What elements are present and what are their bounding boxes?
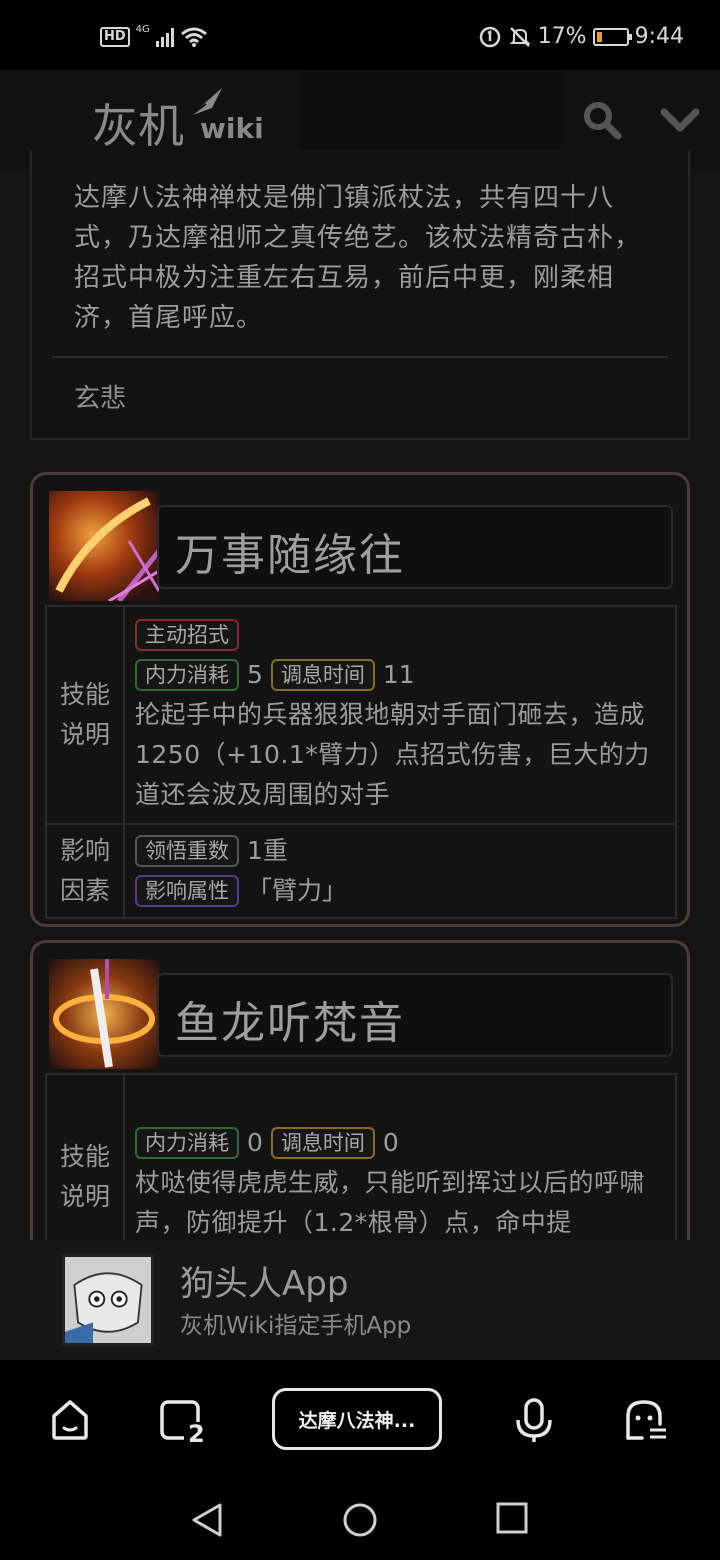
- battery-percent: 17%: [537, 24, 587, 49]
- row-label-desc: 技能说明: [47, 1075, 125, 1260]
- divider: [52, 356, 668, 358]
- row-label-factor: 影响因素: [47, 825, 125, 917]
- back-icon[interactable]: [190, 1502, 224, 1538]
- skill-table: 技能说明 内力消耗 0 调息时间 0 杖哒使得虎虎生威，只能听到挥过以后的呼啸声…: [45, 1073, 677, 1260]
- skill-card: 万事随缘往 技能说明 主动招式 内力消耗 5 调息时间 11 抡起手中的兵器狠狠…: [30, 472, 690, 927]
- assistant-icon[interactable]: [624, 1398, 670, 1442]
- tag-cooldown: 调息时间: [270, 659, 375, 691]
- home-icon[interactable]: [48, 1398, 92, 1442]
- home-nav-icon[interactable]: [342, 1502, 378, 1538]
- microphone-icon[interactable]: [514, 1398, 554, 1444]
- browser-toolbar: 2 达摩八法神...: [0, 1360, 720, 1480]
- battery-icon: [592, 27, 632, 46]
- skill-card: 鱼龙听梵音 技能说明 内力消耗 0 调息时间 0 杖哒使得虎虎生威，只能听到挥过…: [30, 940, 690, 1260]
- recents-icon[interactable]: [496, 1502, 528, 1534]
- logo-text: 灰机: [92, 99, 184, 153]
- skill-description: 抡起手中的兵器狠狠地朝对手面门砸去，造成1250（+10.1*臂力）点招式伤害，…: [135, 700, 650, 809]
- tab-count: 2: [188, 1420, 205, 1448]
- search-icon[interactable]: [582, 100, 622, 140]
- skill-desc-row: 技能说明 主动招式 内力消耗 5 调息时间 11 抡起手中的兵器狠狠地朝对手面门…: [47, 607, 675, 825]
- status-bar: HD 4G 17% 9:44: [0, 0, 720, 70]
- signal-icon: [155, 27, 174, 47]
- skill-icon: [49, 959, 159, 1069]
- tag-cooldown: 调息时间: [270, 1127, 375, 1159]
- skill-desc-row: 技能说明 内力消耗 0 调息时间 0 杖哒使得虎虎生威，只能听到挥过以后的呼啸声…: [47, 1075, 675, 1260]
- mp-cost-value: 5: [247, 660, 263, 689]
- logo-wiki-text: wiki: [200, 112, 264, 145]
- skill-title: 鱼龙听梵音: [175, 998, 405, 1049]
- app-name: 狗头人App: [180, 1264, 349, 1304]
- skill-title-box: 万事随缘往: [157, 505, 673, 589]
- row-label-desc: 技能说明: [47, 607, 125, 823]
- skill-description: 杖哒使得虎虎生威，只能听到挥过以后的呼啸声，防御提升（1.2*根骨）点，命中提: [135, 1168, 646, 1237]
- skill-table: 技能说明 主动招式 内力消耗 5 调息时间 11 抡起手中的兵器狠狠地朝对手面门…: [45, 605, 677, 919]
- clock: 9:44: [634, 24, 684, 49]
- current-tab-button[interactable]: 达摩八法神...: [272, 1388, 442, 1450]
- app-icon: [62, 1254, 154, 1346]
- tag-mp-cost: 内力消耗: [135, 1127, 239, 1159]
- cooldown-value: 11: [382, 660, 415, 689]
- attribute-value: 「臂力」: [247, 876, 348, 905]
- network-type: 4G: [135, 23, 150, 35]
- data-saver-icon: [479, 26, 500, 47]
- mp-cost-value: 0: [247, 1128, 263, 1157]
- hd-indicator: HD: [100, 27, 130, 47]
- tag-active-move: 主动招式: [135, 619, 239, 651]
- skill-factor-row: 影响因素 领悟重数 1重 影响属性 「臂力」: [47, 825, 675, 917]
- intro-author: 玄悲: [74, 384, 127, 414]
- system-nav-bar: [0, 1480, 720, 1560]
- app-banner[interactable]: 狗头人App 灰机Wiki指定手机App: [0, 1240, 720, 1360]
- chevron-down-icon[interactable]: [660, 106, 700, 134]
- intro-text: 达摩八法神禅杖是佛门镇派杖法，共有四十八式，乃达摩祖师之真传绝艺。该杖法精奇古朴…: [74, 183, 642, 333]
- tag-level: 领悟重数: [135, 835, 239, 867]
- intro-card: 达摩八法神禅杖是佛门镇派杖法，共有四十八式，乃达摩祖师之真传绝艺。该杖法精奇古朴…: [30, 150, 690, 440]
- skill-title-box: 鱼龙听梵音: [157, 973, 673, 1057]
- skill-title: 万事随缘往: [175, 530, 405, 581]
- tag-mp-cost: 内力消耗: [135, 659, 239, 691]
- level-value: 1重: [247, 836, 288, 865]
- tag-attribute: 影响属性: [135, 875, 239, 907]
- cooldown-value: 0: [382, 1128, 399, 1157]
- mute-icon: [509, 26, 531, 47]
- wifi-icon: [180, 27, 207, 47]
- skill-icon: [49, 491, 159, 601]
- app-subtitle: 灰机Wiki指定手机App: [180, 1313, 412, 1339]
